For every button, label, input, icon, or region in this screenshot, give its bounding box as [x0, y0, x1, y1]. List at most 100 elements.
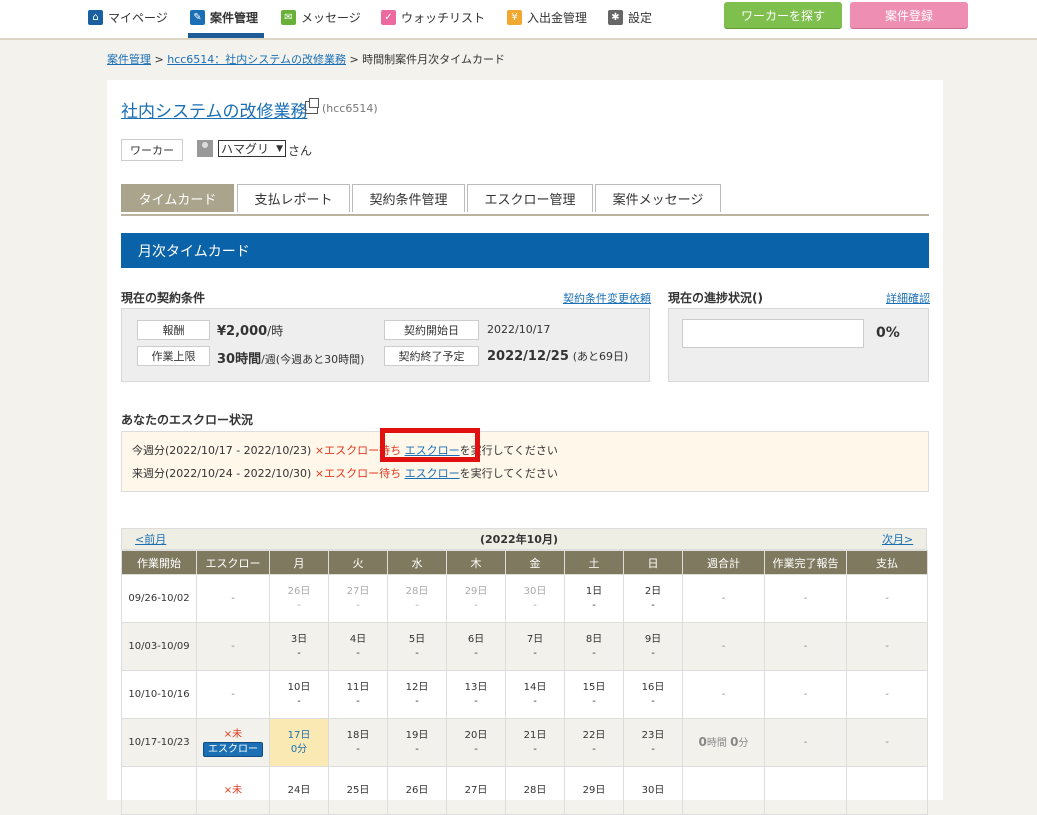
nav-project-management[interactable]: ✎ 案件管理 — [190, 8, 258, 26]
breadcrumb-project[interactable]: hcc6514：社内システムの改修業務 — [167, 53, 346, 66]
day-cell[interactable]: 23日 - — [623, 718, 683, 767]
register-project-button[interactable]: 案件登録 — [850, 2, 968, 28]
nav-settings[interactable]: ✱ 設定 — [608, 8, 652, 26]
tab-project-messages[interactable]: 案件メッセージ — [595, 184, 721, 212]
col-escrow: エスクロー — [196, 550, 270, 575]
day-cell[interactable]: 18日 - — [328, 718, 388, 767]
day-cell[interactable]: 6日 - — [446, 622, 506, 671]
table-row: 10/17-10/23 ×未 エスクロー 17日 0分 18日 - 19日 - 20日… — [121, 718, 928, 767]
day-cell[interactable]: 22日 - — [564, 718, 624, 767]
day-cell[interactable]: 28日 — [505, 766, 565, 815]
day-cell[interactable]: 30日 - — [505, 574, 565, 623]
day-cell[interactable]: 25日 — [328, 766, 388, 815]
nav-payments[interactable]: ¥ 入出金管理 — [507, 8, 587, 26]
day-cell[interactable]: 15日 - — [564, 670, 624, 719]
day-cell[interactable]: 29日 — [564, 766, 624, 815]
tab-timecard[interactable]: タイムカード — [121, 184, 234, 212]
day-cell[interactable]: 13日 - — [446, 670, 506, 719]
escrow-box — [121, 431, 929, 492]
nav-watchlist[interactable]: ✓ ウォッチリスト — [381, 8, 485, 26]
escrow-cell: ×未 エスクロー — [196, 718, 270, 767]
contract-change-link[interactable]: 契約条件変更依頼 — [563, 290, 651, 306]
table-row: 10/03-10/09 - 3日 - 4日 - 5日 - 6日 - 7日 - 8日 - 9日… — [121, 622, 928, 671]
day-cell[interactable]: 27日 — [446, 766, 506, 815]
day-cell[interactable]: 26日 — [387, 766, 447, 815]
col-payment: 支払 — [846, 550, 928, 575]
day-cell[interactable]: 16日 - — [623, 670, 683, 719]
prev-month-link[interactable]: <前月 — [135, 531, 166, 547]
check-icon: ✓ — [381, 9, 396, 25]
worker-label: ワーカー — [121, 139, 183, 161]
col-completion-report: 作業完了報告 — [764, 550, 847, 575]
day-cell[interactable]: 10日 - — [269, 670, 329, 719]
day-cell[interactable]: 30日 — [623, 766, 683, 815]
external-link-icon[interactable] — [305, 98, 319, 114]
escrow-title: あなたのエスクロー状況 — [121, 413, 254, 427]
worker-select[interactable]: ハマグリ ▼ — [218, 140, 286, 157]
day-cell[interactable]: 7日 - — [505, 622, 565, 671]
day-cell[interactable]: 4日 - — [328, 622, 388, 671]
day-cell[interactable]: 19日 - — [387, 718, 447, 767]
progress-detail-link[interactable]: 詳細確認 — [886, 290, 930, 306]
breadcrumb: 案件管理 > hcc6514：社内システムの改修業務 > 時間制案件月次タイムカ… — [107, 53, 505, 66]
breadcrumb-project-management[interactable]: 案件管理 — [107, 53, 151, 66]
day-cell[interactable]: 5日 - — [387, 622, 447, 671]
day-cell[interactable]: 11日 - — [328, 670, 388, 719]
week-total: 0時間 0分 — [682, 718, 765, 767]
chevron-down-icon: ▼ — [276, 143, 283, 154]
day-cell[interactable]: 1日 - — [564, 574, 624, 623]
escrow-button[interactable]: エスクロー — [203, 742, 263, 757]
home-icon: ⌂ — [88, 9, 103, 25]
day-cell[interactable]: 3日 - — [269, 622, 329, 671]
day-cell[interactable]: 2日 - — [623, 574, 683, 623]
col-tue: 火 — [328, 550, 388, 575]
escrow-row-next-week: 来週分(2022/10/24 - 2022/10/30) ×エスクロー待ち エス… — [132, 467, 558, 480]
table-row: ×未 24日 25日 26日 27日 28日 29日 30日 — [121, 766, 928, 815]
day-cell[interactable]: 8日 - — [564, 622, 624, 671]
reward-value: ¥2,000/時 — [217, 324, 284, 339]
calendar-month: (2022年10月) — [480, 533, 558, 546]
tab-payment-report[interactable]: 支払レポート — [237, 184, 350, 212]
next-month-link[interactable]: 次月> — [882, 531, 913, 547]
project-title-link[interactable]: 社内システムの改修業務 — [121, 97, 308, 122]
col-mon: 月 — [269, 550, 329, 575]
mail-icon: ✉ — [281, 9, 296, 25]
day-cell[interactable]: 26日 - — [269, 574, 329, 623]
project-code: (hcc6514) — [322, 102, 378, 115]
day-cell[interactable]: 29日 - — [446, 574, 506, 623]
breadcrumb-current: 時間制案件月次タイムカード — [362, 53, 505, 66]
avatar — [197, 140, 213, 157]
nav-messages[interactable]: ✉ メッセージ — [281, 8, 361, 26]
day-cell[interactable]: 12日 - — [387, 670, 447, 719]
tab-bar: タイムカード 支払レポート 契約条件管理 エスクロー管理 案件メッセージ — [121, 184, 929, 216]
end-value: 2022/12/25 (あと69日) — [487, 349, 629, 364]
day-cell[interactable]: 28日 - — [387, 574, 447, 623]
day-cell[interactable]: 9日 - — [623, 622, 683, 671]
day-cell[interactable]: 20日 - — [446, 718, 506, 767]
col-sat: 土 — [564, 550, 624, 575]
highlight-box — [380, 428, 480, 462]
progress-percent: 0% — [876, 325, 900, 341]
yen-icon: ¥ — [507, 9, 522, 25]
find-worker-button[interactable]: ワーカーを探す — [724, 2, 842, 28]
tab-contract-terms[interactable]: 契約条件管理 — [352, 184, 465, 212]
day-cell[interactable]: 14日 - — [505, 670, 565, 719]
escrow-row-this-week: 今週分(2022/10/17 - 2022/10/23) ×エスクロー待ち エス… — [132, 444, 558, 457]
table-row: 09/26-10/02 - 26日 - 27日 - 28日 - 29日 - 30日 - 1… — [121, 574, 928, 623]
escrow-link-next-week[interactable]: エスクロー — [405, 467, 460, 480]
table-row: 10/10-10/16 - 10日 - 11日 - 12日 - 13日 - 14日 - 1… — [121, 670, 928, 719]
gear-icon: ✱ — [608, 9, 623, 25]
col-week-start: 作業開始 — [121, 550, 197, 575]
day-cell[interactable]: 21日 - — [505, 718, 565, 767]
progress-bar — [682, 319, 864, 348]
start-value: 2022/10/17 — [487, 323, 551, 336]
day-cell[interactable]: 24日 — [269, 766, 329, 815]
tab-escrow[interactable]: エスクロー管理 — [467, 184, 593, 212]
day-cell-today[interactable]: 17日 0分 — [269, 718, 329, 767]
end-label: 契約終了予定 — [384, 346, 479, 366]
worker-suffix: さん — [288, 144, 313, 158]
nav-mypage[interactable]: ⌂ マイページ — [88, 8, 168, 26]
top-nav-bar: ⌂ マイページ ✎ 案件管理 ✉ メッセージ ✓ ウォッチリスト ¥ 入出金管理 ✱ 設定 … — [0, 0, 1037, 40]
reward-label: 報酬 — [137, 320, 210, 340]
day-cell[interactable]: 27日 - — [328, 574, 388, 623]
